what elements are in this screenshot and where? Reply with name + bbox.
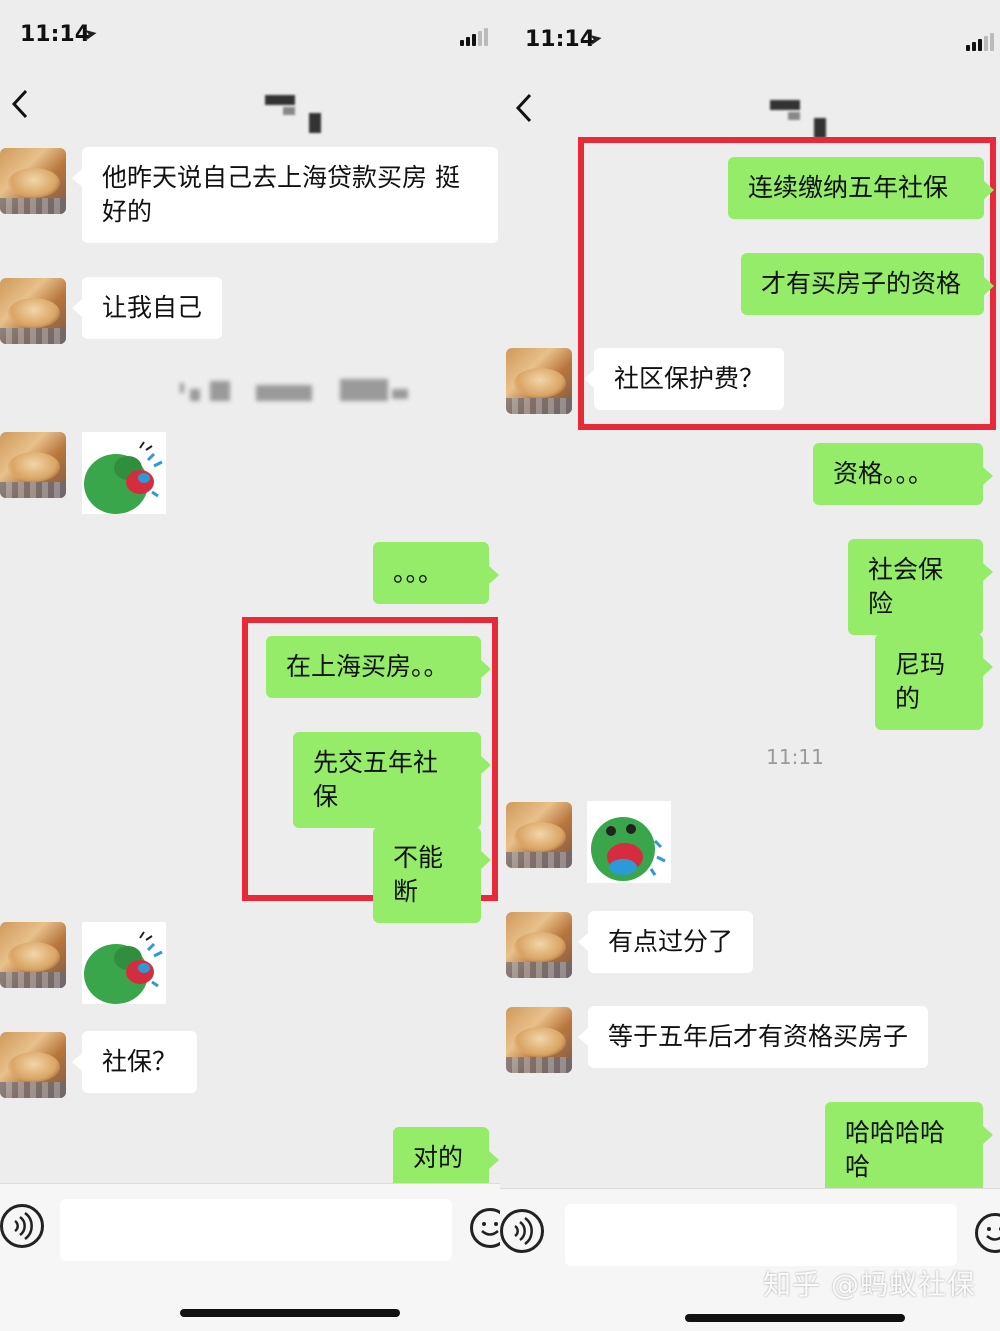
signal-icon: [966, 33, 996, 51]
voice-button[interactable]: [0, 1204, 44, 1248]
contact-avatar[interactable]: [506, 802, 572, 868]
voice-icon: [14, 1211, 33, 1241]
contact-avatar[interactable]: [0, 1032, 66, 1098]
message-bubble-incoming[interactable]: 有点过分了: [577, 911, 754, 973]
message-text: 等于五年后才有资格买房子: [608, 1022, 909, 1051]
voice-icon: [514, 1216, 533, 1246]
contact-avatar[interactable]: [0, 148, 66, 214]
message-bubble-incoming[interactable]: 社保？: [71, 1031, 198, 1093]
system-notice-redacted: [180, 375, 420, 407]
contact-avatar[interactable]: [506, 348, 572, 414]
location-arrow-icon: ➤: [82, 22, 99, 45]
home-indicator: [685, 1314, 905, 1322]
message-bubble-outgoing[interactable]: 对的: [393, 1127, 499, 1189]
message-text: 对的: [413, 1143, 464, 1172]
contact-name-redacted: [265, 95, 325, 135]
message-text: 才有买房子的资格: [761, 269, 962, 298]
chat-input-bar: [500, 1188, 1000, 1331]
status-time: 11:14: [525, 27, 596, 52]
frog-sticker-drawing: [84, 931, 163, 1004]
frog-sticker-drawing: [84, 441, 163, 514]
status-bar: 11:14 ➤: [500, 0, 1000, 70]
message-text: 让我自己: [102, 293, 203, 322]
watermark: 知乎 @蚂蚁社保: [763, 1268, 976, 1301]
message-text: 。。。: [393, 558, 444, 587]
message-bubble-outgoing[interactable]: 。。。: [373, 542, 499, 604]
contact-avatar[interactable]: [0, 432, 66, 498]
message-bubble-outgoing[interactable]: 资格。。。: [813, 443, 993, 505]
message-input[interactable]: [60, 1199, 452, 1261]
chat-nav-bar: [0, 70, 500, 145]
message-bubble-outgoing[interactable]: 在上海买房。。: [266, 636, 491, 698]
back-arrow-icon: [515, 93, 532, 123]
message-bubble-incoming[interactable]: 让我自己: [71, 277, 223, 339]
back-button[interactable]: [514, 92, 544, 128]
left-chat-screenshot: 11:14 ➤ 他昨天说自己去上海贷款买房 挺 好的 让我自己 。。。 在上海买…: [0, 0, 500, 1331]
emoji-icon: [986, 1227, 1000, 1241]
status-time: 11:14: [20, 22, 91, 47]
contact-avatar[interactable]: [506, 912, 572, 978]
contact-avatar[interactable]: [0, 278, 66, 344]
message-text: 哈哈哈哈哈: [845, 1118, 946, 1181]
message-bubble-outgoing[interactable]: 先交五年社保: [293, 732, 491, 828]
signal-icon: [460, 28, 490, 46]
emoji-button[interactable]: [470, 1208, 500, 1248]
message-text: 他昨天说自己去上海贷款买房 挺 好的: [102, 163, 460, 226]
contact-avatar[interactable]: [0, 922, 66, 988]
voice-button[interactable]: [500, 1209, 544, 1253]
message-text: 在上海买房。。: [286, 652, 449, 681]
message-bubble-outgoing[interactable]: 连续缴纳五年社保: [728, 157, 994, 219]
message-text: 社会保险: [868, 555, 944, 618]
message-timestamp: 11:11: [766, 745, 824, 769]
contact-name-redacted: [770, 100, 830, 140]
right-chat-screenshot: 11:14 ➤ 连续缴纳五年社保 才有买房子的资格 社区保护费？ 资格。。。 社…: [500, 0, 1000, 1331]
message-bubble-outgoing[interactable]: 才有买房子的资格: [741, 253, 994, 315]
chat-input-bar: [0, 1183, 500, 1331]
message-text: 社保？: [102, 1047, 178, 1076]
message-bubble-incoming[interactable]: 社区保护费？: [583, 348, 785, 410]
message-bubble-outgoing[interactable]: 尼玛的: [875, 634, 993, 730]
sticker-frog-image[interactable]: [82, 922, 166, 1004]
sticker-frog-image[interactable]: [587, 801, 671, 883]
message-bubble-outgoing[interactable]: 哈哈哈哈哈: [825, 1102, 993, 1198]
status-bar: 11:14 ➤: [0, 0, 500, 70]
message-input[interactable]: [565, 1204, 957, 1266]
message-bubble-outgoing[interactable]: 不能断: [373, 827, 491, 923]
message-bubble-outgoing[interactable]: 社会保险: [848, 539, 993, 635]
location-arrow-icon: ➤: [587, 27, 604, 50]
home-indicator: [180, 1309, 400, 1317]
emoji-icon: [481, 1222, 499, 1236]
message-text: 不能断: [393, 843, 444, 906]
emoji-button[interactable]: [975, 1213, 1000, 1253]
message-text: 连续缴纳五年社保: [748, 173, 949, 202]
contact-avatar[interactable]: [506, 1007, 572, 1073]
message-text: 资格。。。: [833, 459, 934, 488]
chat-nav-bar: [500, 70, 1000, 145]
message-bubble-incoming[interactable]: 他昨天说自己去上海贷款买房 挺 好的: [72, 147, 498, 243]
message-text: 先交五年社保: [313, 748, 439, 811]
message-text: 有点过分了: [608, 927, 734, 956]
sticker-frog-image[interactable]: [82, 432, 166, 514]
frog-sticker-drawing: [591, 817, 666, 881]
message-bubble-incoming[interactable]: 等于五年后才有资格买房子: [577, 1006, 929, 1068]
back-button[interactable]: [10, 88, 40, 124]
message-text: 社区保护费？: [614, 364, 765, 393]
back-arrow-icon: [11, 89, 28, 119]
message-text: 尼玛的: [895, 650, 946, 713]
